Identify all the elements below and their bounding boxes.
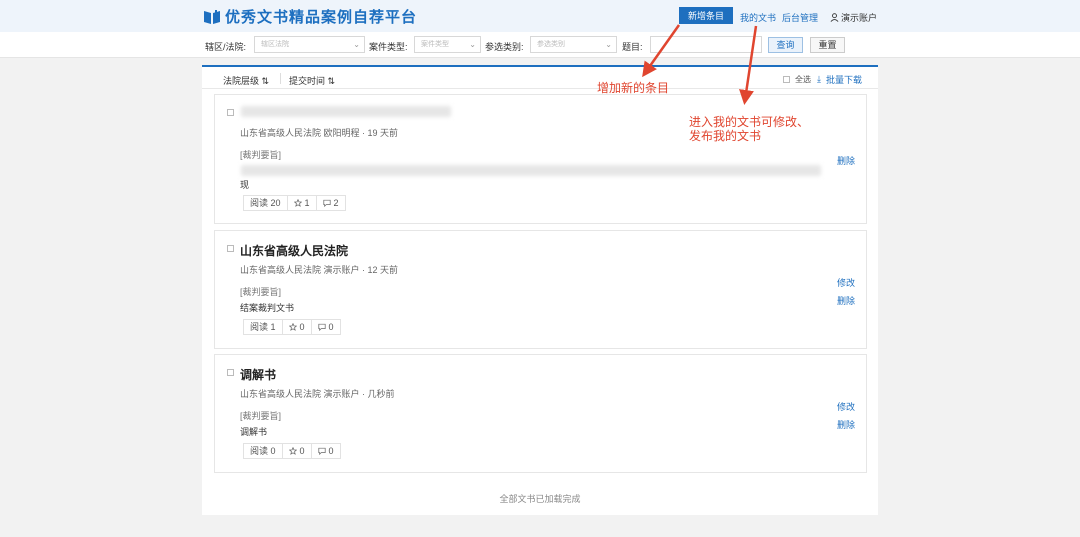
category-placeholder: 参选类别 [537,41,565,48]
star-button[interactable]: 1 [287,195,317,211]
annotation-add-entry: 增加新的条目 [597,81,670,95]
select-all[interactable]: 全选 [783,74,811,85]
document-list-panel: 法院层级 ⇅ 提交时间 ⇅ 全选 ⤓ 批量下载 山东省高级人民法院 欧阳明程 ·… [202,65,878,515]
list-item: 山东省高级人民法院 山东省高级人民法院 演示账户 · 12 天前 [裁判要旨] … [214,230,867,349]
item-label: [裁判要旨] [240,287,282,297]
item-checkbox[interactable] [227,245,234,252]
item-meta: 山东省高级人民法院 演示账户 · 12 天前 [240,265,399,275]
item-stats: 阅读 0 0 0 [243,443,341,459]
download-icon: ⤓ [817,74,821,84]
comment-button[interactable]: 0 [311,319,341,335]
comment-icon [317,323,326,331]
item-meta: 山东省高级人民法院 欧阳明程 · 19 天前 [240,128,399,138]
divider [280,73,281,84]
item-summary: 调解书 [240,427,268,437]
my-documents-link[interactable]: 我的文书 [740,11,776,24]
comment-count: 0 [328,322,334,332]
delete-button[interactable]: 删除 [837,418,855,431]
court-placeholder: 辖区法院 [261,41,289,48]
edit-button[interactable]: 修改 [837,276,855,289]
case-type-label: 案件类型: [369,42,408,52]
delete-button[interactable]: 删除 [837,154,855,167]
star-button[interactable]: 0 [282,443,312,459]
delete-button[interactable]: 删除 [837,294,855,307]
view-count: 阅读 20 [243,195,288,211]
case-type-placeholder: 案件类型 [421,41,449,48]
blurred-title [241,106,451,117]
item-title[interactable]: 调解书 [240,366,276,383]
item-stats: 阅读 1 0 0 [243,319,341,335]
sort-bar: 法院层级 ⇅ 提交时间 ⇅ 全选 ⤓ 批量下载 [202,67,878,89]
comment-button[interactable]: 2 [316,195,346,211]
view-count: 阅读 0 [243,443,283,459]
item-title[interactable]: 山东省高级人民法院 [240,242,348,259]
chevron-down-icon: ⌄ [353,40,360,49]
case-type-select[interactable]: 案件类型 ⌄ [414,36,481,53]
topic-input[interactable] [650,36,762,53]
view-count: 阅读 1 [243,319,283,335]
comment-icon [322,199,331,207]
item-meta: 山东省高级人民法院 演示账户 · 几秒前 [240,389,395,399]
chevron-down-icon: ⌄ [469,40,476,49]
item-stats: 阅读 20 1 2 [243,195,346,211]
category-select[interactable]: 参选类别 ⌄ [530,36,617,53]
star-icon [293,199,302,207]
annotation-my-docs-line2: 发布我的文书 [689,129,762,143]
load-complete-note: 全部文书已加载完成 [499,494,581,504]
list-item: 调解书 山东省高级人民法院 演示账户 · 几秒前 [裁判要旨] 调解书 阅读 0… [214,354,867,473]
filter-bar: 辖区/法院: 辖区法院 ⌄ 案件类型: 案件类型 ⌄ 参选类别: 参选类别 ⌄ … [0,32,1080,58]
star-count: 0 [299,322,305,332]
item-checkbox[interactable] [227,369,234,376]
user-icon [830,13,839,22]
item-label: [裁判要旨] [240,150,282,160]
comment-button[interactable]: 0 [311,443,341,459]
comment-icon [317,447,326,455]
category-label: 参选类别: [485,42,524,52]
comment-count: 0 [328,446,334,456]
logo[interactable]: 优秀文书精品案例自荐平台 [203,6,417,27]
reset-button[interactable]: 重置 [810,37,845,53]
batch-download-button[interactable]: ⤓ 批量下载 [817,73,862,86]
blurred-summary [241,165,821,176]
star-count: 0 [299,446,305,456]
book-logo-icon [204,9,220,24]
comment-count: 2 [333,198,339,208]
item-summary: 结案裁判文书 [240,303,295,313]
edit-button[interactable]: 修改 [837,400,855,413]
select-all-checkbox[interactable] [783,76,790,83]
site-title: 优秀文书精品案例自荐平台 [225,9,418,26]
account-name: 演示账户 [841,13,878,23]
item-summary-tail: 现 [240,180,250,190]
star-count: 1 [304,198,310,208]
new-entry-button[interactable]: 新增条目 [679,7,733,24]
admin-link[interactable]: 后台管理 [782,11,818,24]
court-select[interactable]: 辖区法院 ⌄ [254,36,365,53]
sort-court-level[interactable]: 法院层级 ⇅ [223,74,269,87]
item-checkbox[interactable] [227,109,234,116]
star-icon [288,323,297,331]
court-label: 辖区/法院: [205,42,247,52]
batch-download-label: 批量下载 [825,75,862,85]
sort-submit-time[interactable]: 提交时间 ⇅ [289,74,335,87]
select-all-label: 全选 [795,75,811,84]
query-button[interactable]: 查询 [768,37,803,53]
item-label: [裁判要旨] [240,411,282,421]
topic-label: 题目: [622,42,643,52]
star-button[interactable]: 0 [282,319,312,335]
chevron-down-icon: ⌄ [605,40,612,49]
account-menu[interactable]: 演示账户 [830,11,877,24]
top-header: 优秀文书精品案例自荐平台 新增条目 我的文书 后台管理 演示账户 [0,0,1080,32]
star-icon [288,447,297,455]
